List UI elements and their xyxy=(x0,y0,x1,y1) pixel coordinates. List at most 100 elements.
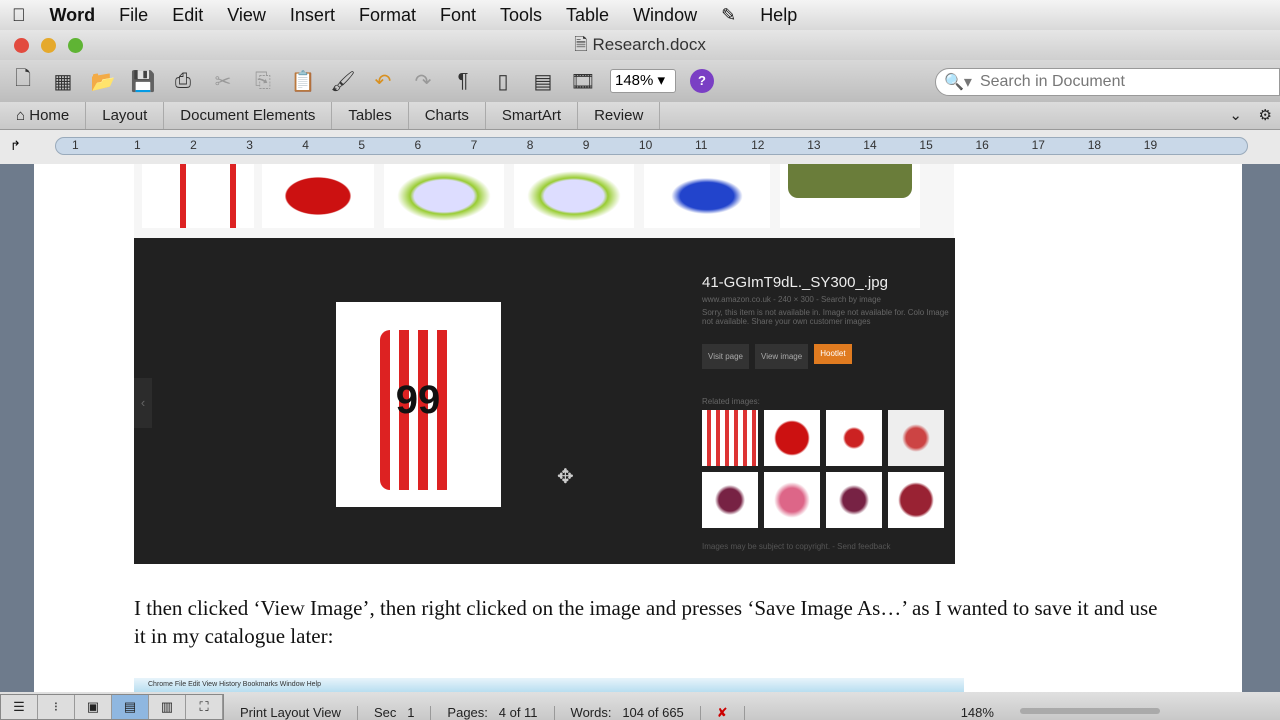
image-filename: 41-GGImT9dL._SY300_.jpg xyxy=(702,274,888,291)
ruler-label: 16 xyxy=(975,138,989,152)
spelling-status-icon[interactable]: ✘ xyxy=(701,706,745,720)
close-button[interactable] xyxy=(14,38,29,53)
related-image[interactable] xyxy=(826,410,882,466)
outline-view-icon[interactable]: ⁝ xyxy=(38,695,75,719)
copy-icon[interactable]: ⎘ xyxy=(250,68,276,94)
thumb-image[interactable] xyxy=(644,164,770,228)
tab-tables[interactable]: Tables xyxy=(332,102,409,129)
menu-format[interactable]: Format xyxy=(359,5,416,26)
script-icon[interactable]: ✎ xyxy=(721,5,736,26)
thumb-image[interactable] xyxy=(780,164,920,228)
visit-page-button[interactable]: Visit page xyxy=(702,344,749,369)
tab-smartart[interactable]: SmartArt xyxy=(486,102,579,129)
open-icon[interactable]: 📂 xyxy=(90,68,116,94)
print-icon[interactable]: ⎙ xyxy=(170,68,196,94)
apple-icon[interactable]:  xyxy=(12,5,26,26)
menu-tools[interactable]: Tools xyxy=(500,5,542,26)
format-painter-icon[interactable]: 🖌 xyxy=(330,68,356,94)
tab-home-label: Home xyxy=(29,107,70,124)
zoom-select[interactable]: 148% ▾ xyxy=(610,69,676,93)
window-title: Research.docx xyxy=(592,35,706,54)
menu-table[interactable]: Table xyxy=(566,5,609,26)
image-source[interactable]: www.amazon.co.uk - 240 × 300 - Search by… xyxy=(702,295,952,304)
ruler-label: 15 xyxy=(919,138,933,152)
thumb-image[interactable] xyxy=(262,164,374,228)
publishing-view-icon[interactable]: ▣ xyxy=(75,695,112,719)
view-image-button[interactable]: View image xyxy=(755,344,809,369)
related-image[interactable] xyxy=(888,410,944,466)
tab-home[interactable]: ⌂ Home xyxy=(0,102,87,129)
zoom-slider[interactable] xyxy=(1019,708,1160,714)
tab-stop-icon[interactable]: ↱ xyxy=(10,138,21,154)
related-image[interactable] xyxy=(702,472,758,528)
thumb-image[interactable] xyxy=(514,164,634,228)
media-browser-icon[interactable]: 🎞 xyxy=(570,68,596,94)
ruler-label: 19 xyxy=(1143,138,1158,152)
related-images-grid xyxy=(702,410,952,528)
help-icon[interactable]: ? xyxy=(690,69,714,93)
mouse-cursor-icon: ✥ xyxy=(557,466,574,488)
thumb-image[interactable] xyxy=(384,164,504,228)
preview-image[interactable]: 99 xyxy=(336,302,501,507)
menu-view[interactable]: View xyxy=(227,5,266,26)
draft-view-icon[interactable]: ☰ xyxy=(1,695,38,719)
undo-icon[interactable]: ↶ xyxy=(370,68,396,94)
title-bar: 🗎 Research.docx xyxy=(0,30,1280,60)
paste-icon[interactable]: 📋 xyxy=(290,68,316,94)
menu-word[interactable]: Word xyxy=(50,5,96,26)
phone-number: 99 xyxy=(395,378,441,422)
menu-font[interactable]: Font xyxy=(440,5,476,26)
chevron-down-icon[interactable]: ⌄ xyxy=(1229,102,1242,130)
print-layout-view-icon[interactable]: ▤ xyxy=(112,695,149,719)
tab-layout[interactable]: Layout xyxy=(86,102,165,129)
horizontal-ruler[interactable]: 1 1 2 3 4 5 6 7 8 9 10 11 12 13 14 15 16 17 18 19 xyxy=(55,137,1248,155)
cut-icon[interactable]: ✂ xyxy=(210,68,236,94)
document-page: ‹ 99 ✥ 41-GGImT9dL._SY300_.jpg www.amazo… xyxy=(34,164,1242,692)
gear-icon[interactable]: ⚙ xyxy=(1259,102,1272,130)
view-name: Print Layout View xyxy=(224,706,358,720)
related-image[interactable] xyxy=(764,472,820,528)
menu-file[interactable]: File xyxy=(119,5,148,26)
ruler-label: 2 xyxy=(190,138,197,152)
notebook-view-icon[interactable]: ▥ xyxy=(149,695,186,719)
show-formatting-icon[interactable]: ¶ xyxy=(450,68,476,94)
previous-arrow-icon[interactable]: ‹ xyxy=(134,378,152,428)
search-placeholder: Search in Document xyxy=(979,73,1125,90)
search-icon[interactable]: 🔍▾ xyxy=(944,72,972,92)
new-document-icon[interactable]: 🗋 xyxy=(10,68,36,94)
ruler-label: 3 xyxy=(246,138,253,152)
search-field[interactable]: 🔍▾ Search in Document xyxy=(935,68,1280,96)
hootlet-button[interactable]: Hootlet xyxy=(814,344,852,364)
ruler-label: 7 xyxy=(470,138,478,152)
related-image[interactable] xyxy=(888,472,944,528)
full-screen-icon[interactable]: ⛶ xyxy=(186,695,223,719)
page-count[interactable]: Pages: 4 of 11 xyxy=(431,706,555,720)
tab-review[interactable]: Review xyxy=(578,102,661,129)
save-icon[interactable]: 💾 xyxy=(130,68,156,94)
menu-insert[interactable]: Insert xyxy=(290,5,335,26)
ruler-label: 9 xyxy=(582,138,590,152)
zoom-level: 148% xyxy=(960,705,994,720)
menu-help[interactable]: Help xyxy=(760,5,797,26)
image-note: Sorry, this item is not available in. Im… xyxy=(702,308,949,326)
minimize-button[interactable] xyxy=(41,38,56,53)
menu-edit[interactable]: Edit xyxy=(172,5,203,26)
chrome-menubar-screenshot: Chrome File Edit View History Bookmarks … xyxy=(134,678,964,692)
tab-charts[interactable]: Charts xyxy=(409,102,486,129)
related-image[interactable] xyxy=(764,410,820,466)
sidebar-icon[interactable]: ▯ xyxy=(490,68,516,94)
related-image[interactable] xyxy=(826,472,882,528)
menu-window[interactable]: Window xyxy=(633,5,697,26)
image-info: 41-GGImT9dL._SY300_.jpg www.amazon.co.uk… xyxy=(702,274,952,551)
zoom-button[interactable] xyxy=(68,38,83,53)
standard-toolbar: 🗋 ▦ 📂 💾 ⎙ ✂ ⎘ 📋 🖌 ↶ ↷ ¶ ▯ ▤ 🎞 148% ▾ ? 🔍… xyxy=(0,60,1280,102)
word-count[interactable]: Words: 104 of 665 xyxy=(555,706,701,720)
tab-document-elements[interactable]: Document Elements xyxy=(164,102,333,129)
view-icon[interactable]: ▤ xyxy=(530,68,556,94)
body-paragraph[interactable]: I then clicked ‘View Image’, then right … xyxy=(134,594,1174,650)
redo-icon[interactable]: ↷ xyxy=(410,68,436,94)
related-image[interactable] xyxy=(702,410,758,466)
ruler-label: 1 xyxy=(134,138,141,152)
thumb-image[interactable] xyxy=(142,164,254,228)
gallery-icon[interactable]: ▦ xyxy=(50,68,76,94)
